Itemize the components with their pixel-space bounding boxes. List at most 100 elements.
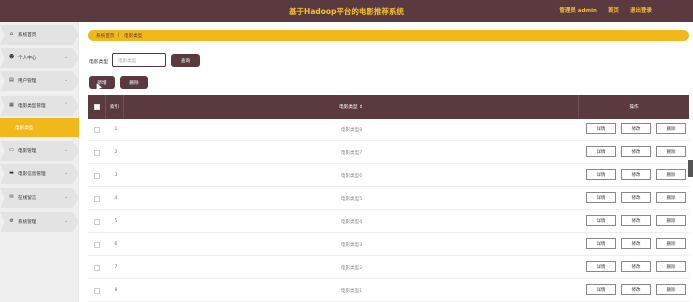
edit-button[interactable]: 修改 — [621, 123, 651, 134]
batch-delete-button[interactable]: 删除 — [120, 76, 148, 89]
detail-button[interactable]: 详情 — [586, 215, 616, 226]
edit-button[interactable]: 修改 — [621, 284, 651, 295]
table-row: 4 电影类型5 详情 修改 删除 — [88, 188, 689, 210]
breadcrumb-home[interactable]: 系统首页 — [96, 33, 114, 39]
detail-button[interactable]: 详情 — [586, 261, 616, 272]
sidebar-item-label: 电影类型管理 — [18, 104, 46, 109]
table-row: 5 电影类型4 详情 修改 删除 — [88, 211, 689, 233]
edit-button[interactable]: 修改 — [621, 146, 651, 157]
delete-button[interactable]: 删除 — [656, 261, 686, 272]
row-checkbox[interactable] — [94, 150, 100, 156]
search-placeholder: 电影类型 — [118, 59, 137, 64]
data-table: 索引 电影类型 ⇕ 操作 1 电影类型8 详情 修改 删除 2 电影类型7 详情… — [88, 95, 689, 302]
delete-button[interactable]: 删除 — [656, 192, 686, 203]
scrollbar-thumb[interactable] — [688, 160, 693, 177]
row-type: 电影类型5 — [340, 197, 363, 202]
sidebar-item-home[interactable]: ⌂ 系统首页 — [0, 25, 79, 45]
sidebar-item-movies[interactable]: ▭ 电影管理 ⌄ — [0, 141, 79, 161]
edit-button[interactable]: 修改 — [621, 261, 651, 272]
delete-button[interactable]: 删除 — [656, 169, 686, 180]
chevron-down-icon: ⌄ — [64, 170, 69, 176]
row-type: 电影类型2 — [340, 266, 363, 271]
delete-button[interactable]: 删除 — [656, 215, 686, 226]
row-actions: 详情 修改 删除 — [586, 215, 686, 226]
logout-link[interactable]: 退出登录 — [630, 6, 652, 14]
header-index: 索引 — [106, 95, 124, 119]
sidebar-item-system[interactable]: ⚙ 系统管理 ⌄ — [0, 212, 79, 232]
row-checkbox[interactable] — [94, 265, 100, 271]
film-icon: ▭ — [9, 147, 14, 153]
edit-button[interactable]: 修改 — [621, 192, 651, 203]
checkbox[interactable] — [94, 104, 100, 110]
delete-button[interactable]: 删除 — [656, 123, 686, 134]
detail-button[interactable]: 详情 — [586, 123, 616, 134]
sidebar-item-movie-type[interactable]: ▦ 电影类型管理 ⌃ — [0, 96, 79, 116]
row-type: 电影类型7 — [340, 151, 363, 156]
sidebar-item-label: 用户管理 — [18, 79, 37, 84]
row-actions: 详情 修改 删除 — [586, 284, 686, 295]
row-index: 3 — [114, 173, 118, 178]
row-type: 电影类型1 — [340, 289, 363, 294]
row-type: 电影类型6 — [340, 174, 363, 179]
chevron-down-icon: ⌄ — [64, 218, 69, 224]
row-index: 1 — [114, 127, 118, 132]
sidebar-item-messages[interactable]: ✉ 在线留言 ⌄ — [0, 188, 79, 208]
row-index: 5 — [114, 219, 118, 224]
header-type[interactable]: 电影类型 ⇕ — [124, 95, 579, 119]
current-user[interactable]: 管理员 admin — [559, 6, 597, 14]
sidebar-item-users[interactable]: ▤ 用户管理 ⌄ — [0, 71, 79, 91]
table-row: 2 电影类型7 详情 修改 删除 — [88, 142, 689, 164]
delete-button[interactable]: 删除 — [656, 238, 686, 249]
sidebar-subitem-label: 电影类型 — [15, 126, 34, 131]
row-type: 电影类型8 — [340, 128, 363, 133]
row-actions: 详情 修改 删除 — [586, 146, 686, 157]
breadcrumb: 系统首页 | 电影类型 — [88, 30, 689, 41]
header-ops: 操作 — [629, 105, 639, 110]
detail-button[interactable]: 详情 — [586, 192, 616, 203]
table-row: 6 电影类型3 详情 修改 删除 — [88, 234, 689, 256]
row-index: 4 — [114, 196, 118, 201]
delete-button[interactable]: 删除 — [656, 146, 686, 157]
chevron-down-icon: ⌄ — [64, 147, 69, 153]
header-select-all[interactable] — [88, 95, 106, 119]
edit-button[interactable]: 修改 — [621, 238, 651, 249]
row-type: 电影类型3 — [340, 243, 363, 248]
row-checkbox[interactable] — [94, 219, 100, 225]
detail-button[interactable]: 详情 — [586, 146, 616, 157]
gear-icon: ⚙ — [9, 218, 14, 224]
sidebar-item-profile[interactable]: ☻ 个人中心 ⌄ — [0, 48, 79, 68]
row-checkbox[interactable] — [94, 173, 100, 179]
user-icon: ☻ — [9, 54, 15, 60]
detail-button[interactable]: 详情 — [586, 284, 616, 295]
search-button[interactable]: 查询 — [171, 54, 200, 67]
table-row: 1 电影类型8 详情 修改 删除 — [88, 119, 689, 141]
row-actions: 详情 修改 删除 — [586, 169, 686, 180]
row-checkbox[interactable] — [94, 288, 100, 294]
table-row: 7 电影类型2 详情 修改 删除 — [88, 257, 689, 279]
row-checkbox[interactable] — [94, 242, 100, 248]
breadcrumb-current: 电影类型 — [124, 34, 143, 39]
detail-button[interactable]: 详情 — [586, 238, 616, 249]
chevron-down-icon: ⌄ — [64, 194, 69, 200]
chevron-up-icon: ⌃ — [64, 102, 69, 108]
edit-button[interactable]: 修改 — [621, 215, 651, 226]
sidebar-item-movie-info[interactable]: ▬ 电影信息管理 ⌄ — [0, 164, 79, 184]
detail-button[interactable]: 详情 — [586, 169, 616, 180]
row-actions: 详情 修改 删除 — [586, 261, 686, 272]
delete-button[interactable]: 删除 — [656, 284, 686, 295]
row-checkbox[interactable] — [94, 127, 100, 133]
users-icon: ▤ — [9, 77, 14, 83]
grid-icon: ▦ — [9, 102, 14, 108]
table-header: 索引 电影类型 ⇕ 操作 — [88, 95, 689, 119]
row-checkbox[interactable] — [94, 196, 100, 202]
edit-button[interactable]: 修改 — [621, 169, 651, 180]
search-input[interactable]: 电影类型 — [112, 53, 166, 67]
home-link[interactable]: 首页 — [608, 6, 619, 14]
sidebar-item-label: 系统管理 — [18, 220, 37, 225]
row-index: 8 — [114, 288, 118, 293]
row-actions: 详情 修改 删除 — [586, 123, 686, 134]
row-index: 2 — [114, 150, 118, 155]
home-icon: ⌂ — [9, 31, 14, 37]
top-header: 基于Hadoop平台的电影推荐系统 管理员 admin 首页 退出登录 — [0, 0, 693, 22]
sidebar-subitem-movie-type[interactable]: 电影类型 — [0, 118, 79, 137]
